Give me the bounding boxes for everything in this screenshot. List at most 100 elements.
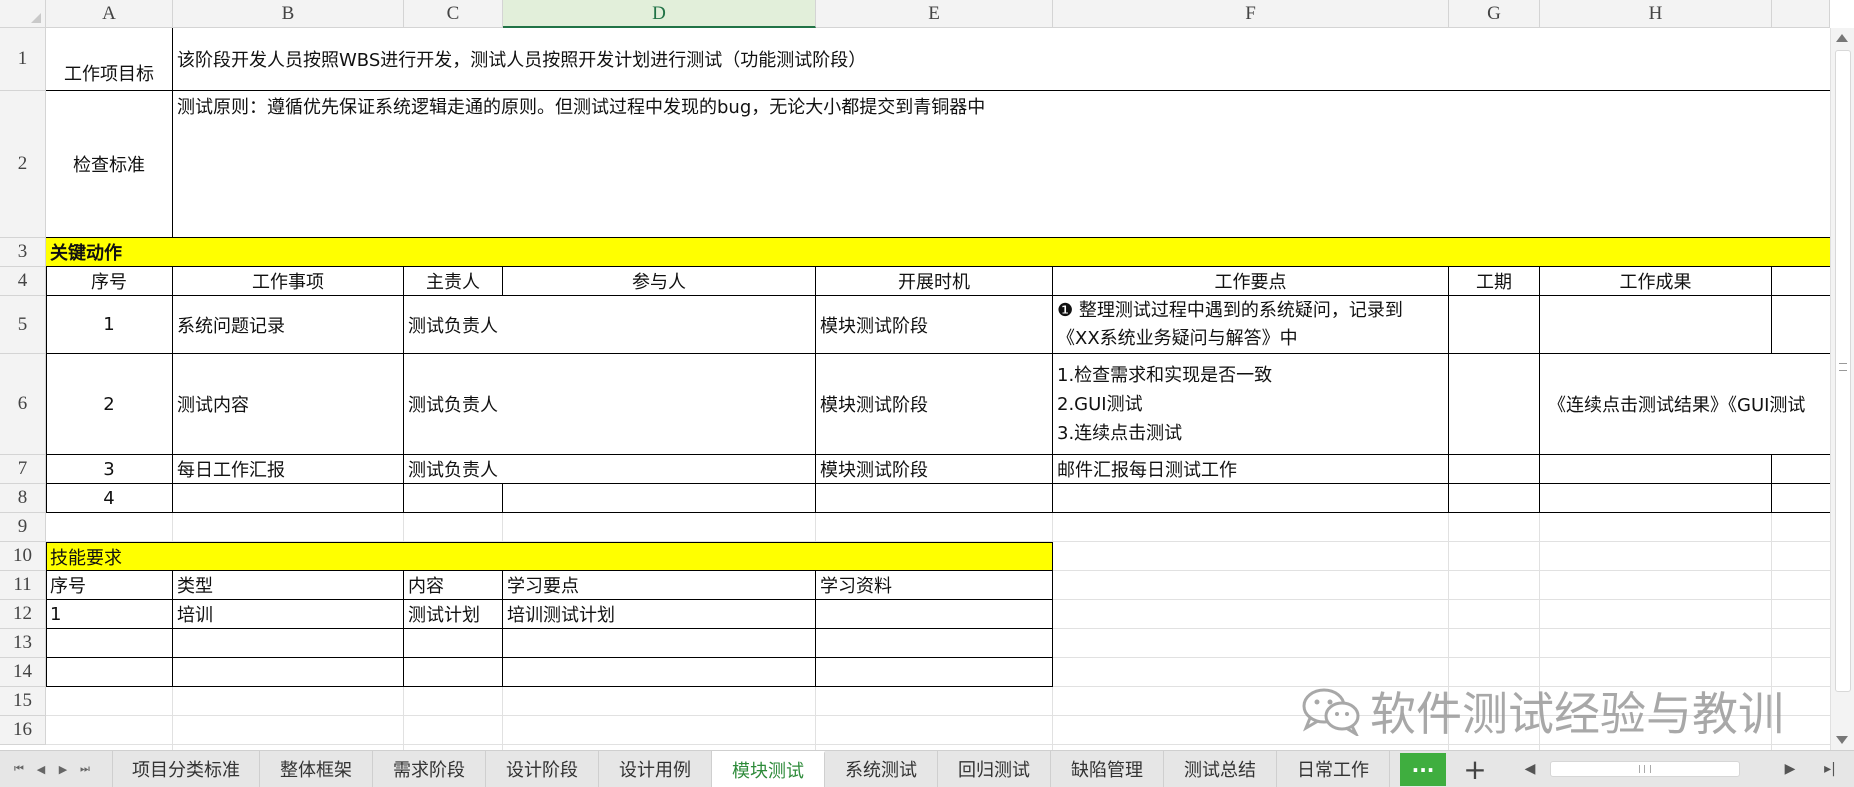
- header-result[interactable]: 工作成果: [1540, 267, 1772, 296]
- row2-result[interactable]: 《连续点击测试结果》《GUI测试: [1540, 354, 1830, 455]
- tab-defect-management[interactable]: 缺陷管理: [1051, 751, 1164, 787]
- cell-work-goal-value[interactable]: 该阶段开发人员按照WBS进行开发，测试人员按照开发计划进行测试（功能测试阶段）: [173, 28, 1830, 91]
- row3-item[interactable]: 每日工作汇报: [173, 455, 404, 484]
- skills-empty-cell[interactable]: [404, 658, 503, 687]
- skills-empty-cell[interactable]: [46, 629, 173, 658]
- row4-no[interactable]: 4: [46, 484, 173, 513]
- tab-design-cases[interactable]: 设计用例: [599, 751, 712, 787]
- row-header-3[interactable]: 3: [0, 238, 46, 267]
- row4-result[interactable]: [1540, 484, 1772, 513]
- row-header-5[interactable]: 5: [0, 296, 46, 354]
- last-sheet-icon[interactable]: ⏭: [74, 751, 96, 787]
- row3-owner[interactable]: 测试负责人: [404, 455, 816, 484]
- row1-timing[interactable]: 模块测试阶段: [816, 296, 1053, 354]
- header-duration[interactable]: 工期: [1449, 267, 1540, 296]
- column-header-a[interactable]: A: [46, 0, 173, 28]
- skills-empty-cell[interactable]: [404, 629, 503, 658]
- row-header-11[interactable]: 11: [0, 571, 46, 600]
- row-header-8[interactable]: 8: [0, 484, 46, 513]
- skills-header-points[interactable]: 学习要点: [503, 571, 816, 600]
- tab-design-phase[interactable]: 设计阶段: [486, 751, 599, 787]
- scroll-right-icon[interactable]: ▶: [1780, 759, 1800, 779]
- cell-check-standard-value[interactable]: 测试原则：遵循优先保证系统逻辑走通的原则。但测试过程中发现的bug，无论大小都提…: [173, 91, 1830, 238]
- column-header-c[interactable]: C: [404, 0, 503, 28]
- key-actions-header[interactable]: 关键动作: [46, 238, 1830, 267]
- row-header-7[interactable]: 7: [0, 455, 46, 484]
- header-owner[interactable]: 主责人: [404, 267, 503, 296]
- add-sheet-button[interactable]: +: [1457, 751, 1493, 787]
- scroll-down-icon[interactable]: [1836, 736, 1848, 744]
- row-header-16[interactable]: 16: [0, 716, 46, 745]
- skills-header[interactable]: 技能要求: [46, 542, 1053, 571]
- row-header-10[interactable]: 10: [0, 542, 46, 571]
- skills-row-points[interactable]: 培训测试计划: [503, 600, 816, 629]
- row-header-14[interactable]: 14: [0, 658, 46, 687]
- select-all-corner[interactable]: [0, 0, 46, 28]
- row-header-12[interactable]: 12: [0, 600, 46, 629]
- tab-daily-work[interactable]: 日常工作: [1277, 751, 1390, 787]
- first-sheet-icon[interactable]: ⏮: [8, 751, 30, 787]
- skills-header-type[interactable]: 类型: [173, 571, 404, 600]
- column-header-g[interactable]: G: [1449, 0, 1540, 28]
- row4-points[interactable]: [1053, 484, 1449, 513]
- row1-extra[interactable]: [1772, 296, 1830, 354]
- scroll-end-icon[interactable]: ▸|: [1820, 759, 1840, 779]
- row-header-6[interactable]: 6: [0, 354, 46, 455]
- row2-timing[interactable]: 模块测试阶段: [816, 354, 1053, 455]
- next-sheet-icon[interactable]: ▶: [52, 751, 74, 787]
- row4-timing[interactable]: [816, 484, 1053, 513]
- row1-item[interactable]: 系统问题记录: [173, 296, 404, 354]
- header-key-points[interactable]: 工作要点: [1053, 267, 1449, 296]
- skills-empty-cell[interactable]: [173, 658, 404, 687]
- row4-participants[interactable]: [503, 484, 816, 513]
- row-header-13[interactable]: 13: [0, 629, 46, 658]
- row1-duration[interactable]: [1449, 296, 1540, 354]
- row1-points[interactable]: ❶ 整理测试过程中遇到的系统疑问，记录到《XX系统业务疑问与解答》中: [1053, 296, 1449, 354]
- tab-test-summary[interactable]: 测试总结: [1164, 751, 1277, 787]
- column-header-d[interactable]: D: [503, 0, 816, 28]
- tab-overall-framework[interactable]: 整体框架: [260, 751, 373, 787]
- row1-owner[interactable]: 测试负责人: [404, 296, 816, 354]
- vertical-scroll-thumb[interactable]: [1835, 50, 1851, 692]
- row-header-4[interactable]: 4: [0, 267, 46, 296]
- row-header-15[interactable]: 15: [0, 687, 46, 716]
- skills-header-material[interactable]: 学习资料: [816, 571, 1053, 600]
- row3-points[interactable]: 邮件汇报每日测试工作: [1053, 455, 1449, 484]
- column-header-i[interactable]: [1772, 0, 1830, 28]
- row-header-1[interactable]: 1: [0, 28, 46, 91]
- vertical-scrollbar[interactable]: [1830, 28, 1854, 750]
- tab-regression-testing[interactable]: 回归测试: [938, 751, 1051, 787]
- row3-timing[interactable]: 模块测试阶段: [816, 455, 1053, 484]
- skills-header-content[interactable]: 内容: [404, 571, 503, 600]
- scroll-up-icon[interactable]: [1836, 34, 1848, 42]
- tab-module-testing[interactable]: 模块测试: [712, 751, 825, 787]
- cell-check-standard-label[interactable]: 检查标准: [46, 91, 173, 238]
- skills-row-no[interactable]: 1: [46, 600, 173, 629]
- row2-item[interactable]: 测试内容: [173, 354, 404, 455]
- skills-row-content[interactable]: 测试计划: [404, 600, 503, 629]
- row4-owner[interactable]: [404, 484, 503, 513]
- row2-owner[interactable]: 测试负责人: [404, 354, 816, 455]
- header-timing[interactable]: 开展时机: [816, 267, 1053, 296]
- scroll-left-icon[interactable]: ◀: [1520, 759, 1540, 779]
- cell-work-goal-label[interactable]: 工作项目标: [46, 28, 173, 91]
- tab-system-testing[interactable]: 系统测试: [825, 751, 938, 787]
- row-header-9[interactable]: 9: [0, 513, 46, 542]
- row-header-2[interactable]: 2: [0, 91, 46, 238]
- row4-item[interactable]: [173, 484, 404, 513]
- header-no[interactable]: 序号: [46, 267, 173, 296]
- row2-duration[interactable]: [1449, 354, 1540, 455]
- skills-empty-cell[interactable]: [816, 658, 1053, 687]
- header-participants[interactable]: 参与人: [503, 267, 816, 296]
- skills-row-material[interactable]: [816, 600, 1053, 629]
- skills-empty-cell[interactable]: [173, 629, 404, 658]
- row3-extra[interactable]: [1772, 455, 1830, 484]
- row1-no[interactable]: 1: [46, 296, 173, 354]
- prev-sheet-icon[interactable]: ◀: [30, 751, 52, 787]
- row3-duration[interactable]: [1449, 455, 1540, 484]
- skills-empty-cell[interactable]: [503, 629, 816, 658]
- row4-extra[interactable]: [1772, 484, 1830, 513]
- tab-requirements-phase[interactable]: 需求阶段: [373, 751, 486, 787]
- row2-points[interactable]: 1.检查需求和实现是否一致 2.GUI测试 3.连续点击测试: [1053, 354, 1449, 455]
- header-work-item[interactable]: 工作事项: [173, 267, 404, 296]
